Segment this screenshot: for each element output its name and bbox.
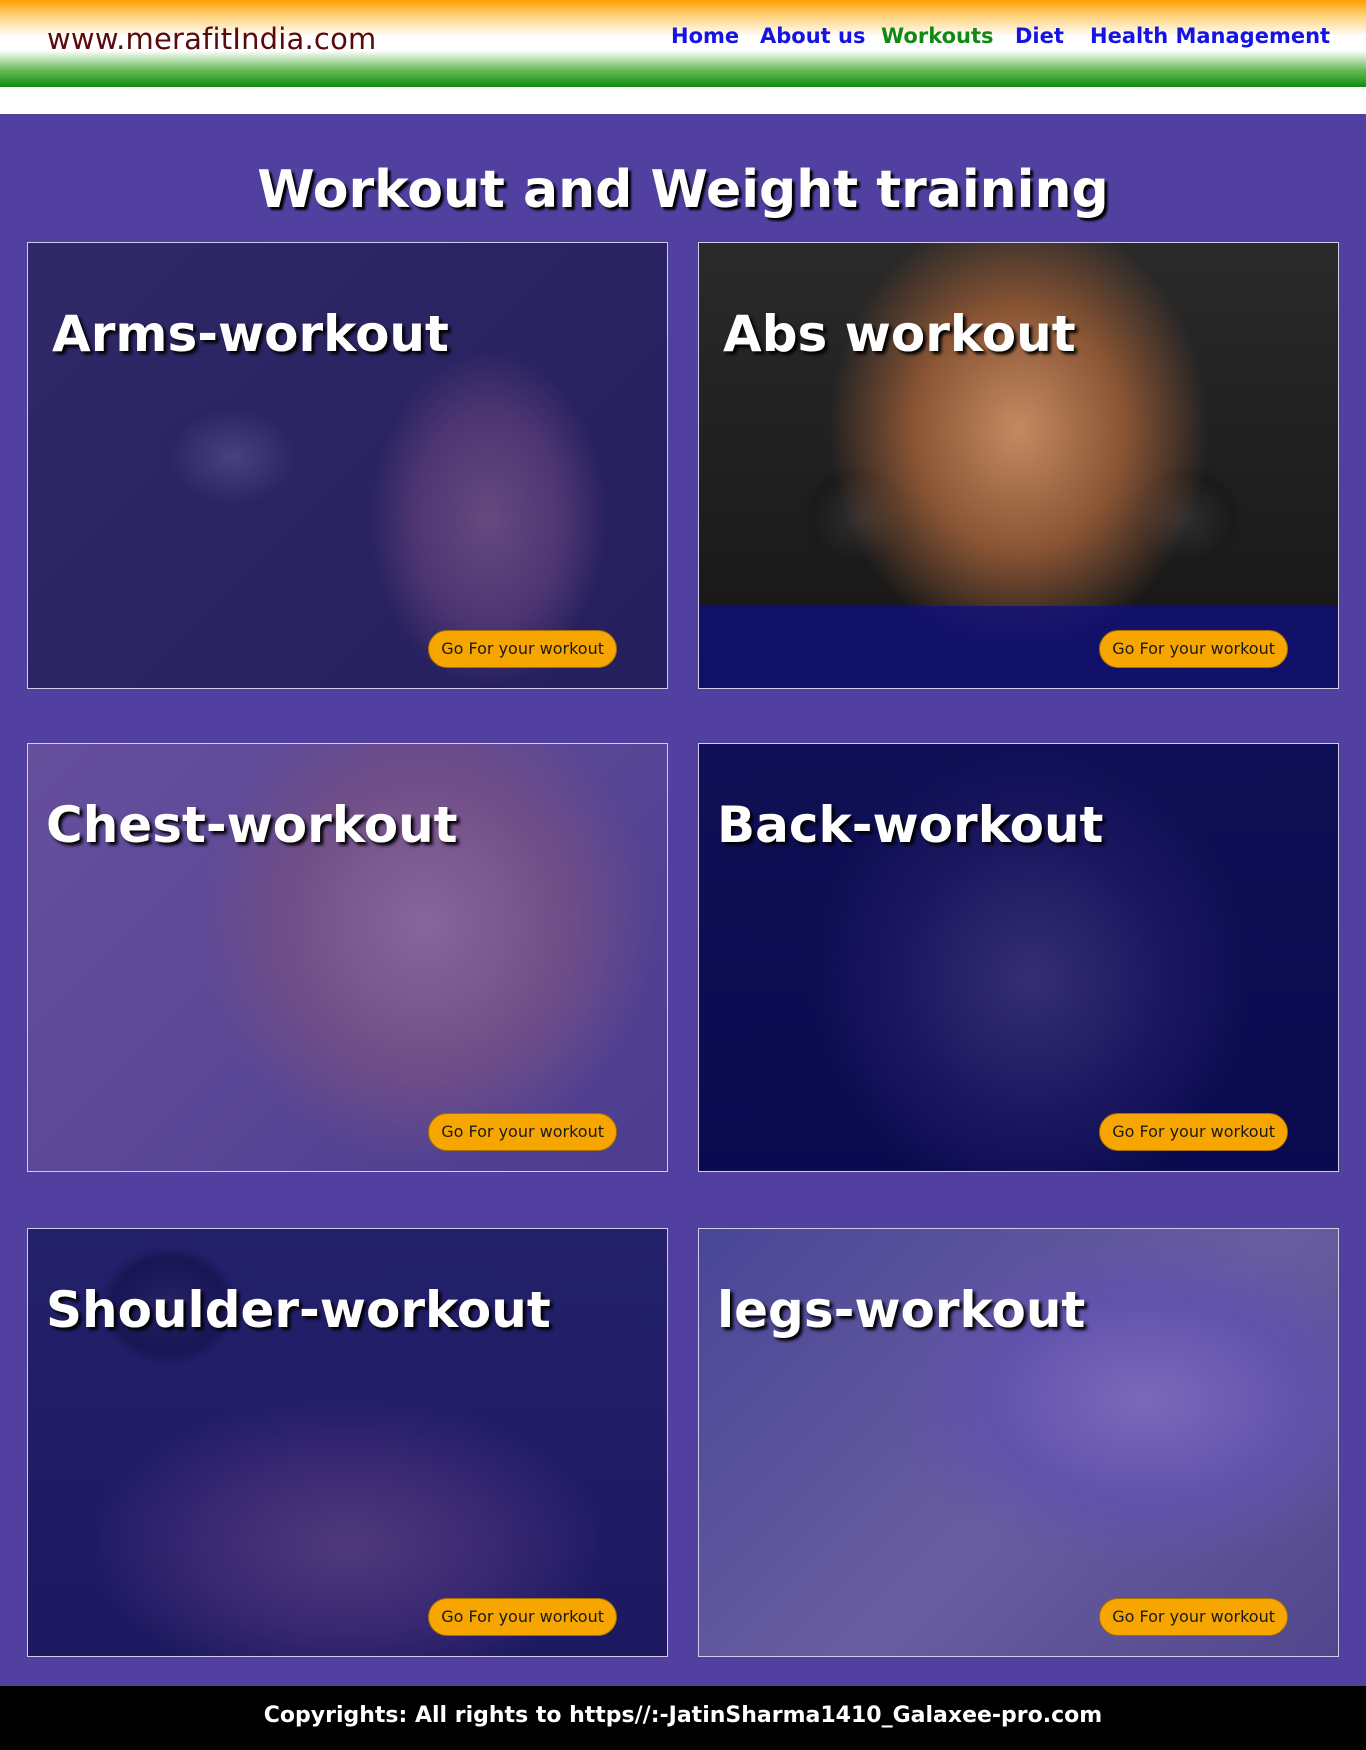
- site-footer: Copyrights: All rights to https//:-Jatin…: [0, 1686, 1366, 1750]
- nav-about-us[interactable]: About us: [760, 24, 865, 48]
- go-workout-button-abs[interactable]: Go For your workout: [1099, 630, 1288, 668]
- card-arms-workout: Arms-workout Go For your workout: [27, 242, 668, 689]
- main-nav: Home About us Workouts Diet Health Manag…: [0, 24, 1366, 54]
- go-workout-button-back[interactable]: Go For your workout: [1099, 1113, 1288, 1151]
- nav-health-management[interactable]: Health Management: [1090, 24, 1330, 48]
- card-title: Shoulder-workout: [46, 1281, 551, 1339]
- copyright-text: Copyrights: All rights to https//:-Jatin…: [263, 1703, 1103, 1728]
- nav-home[interactable]: Home: [671, 24, 739, 48]
- card-title: Back-workout: [717, 796, 1104, 854]
- card-title: legs-workout: [717, 1281, 1086, 1339]
- go-workout-button-chest[interactable]: Go For your workout: [428, 1113, 617, 1151]
- card-title: Arms-workout: [52, 305, 449, 363]
- card-back-workout: Back-workout Go For your workout: [698, 743, 1339, 1172]
- card-abs-workout: Abs workout Go For your workout: [698, 242, 1339, 689]
- go-workout-button-legs[interactable]: Go For your workout: [1099, 1598, 1288, 1636]
- go-workout-button-shoulder[interactable]: Go For your workout: [428, 1598, 617, 1636]
- card-legs-workout: legs-workout Go For your workout: [698, 1228, 1339, 1657]
- page-title: Workout and Weight training: [257, 160, 1109, 220]
- card-title: Chest-workout: [46, 796, 458, 854]
- card-shoulder-workout: Shoulder-workout Go For your workout: [27, 1228, 668, 1657]
- go-workout-button-arms[interactable]: Go For your workout: [428, 630, 617, 668]
- nav-diet[interactable]: Diet: [1015, 24, 1064, 48]
- card-title: Abs workout: [723, 305, 1076, 363]
- workouts-section: Workout and Weight training Arms-workout…: [0, 114, 1366, 1686]
- nav-workouts[interactable]: Workouts: [881, 24, 994, 48]
- card-chest-workout: Chest-workout Go For your workout: [27, 743, 668, 1172]
- site-header: www.merafitIndia.com Home About us Worko…: [0, 0, 1366, 87]
